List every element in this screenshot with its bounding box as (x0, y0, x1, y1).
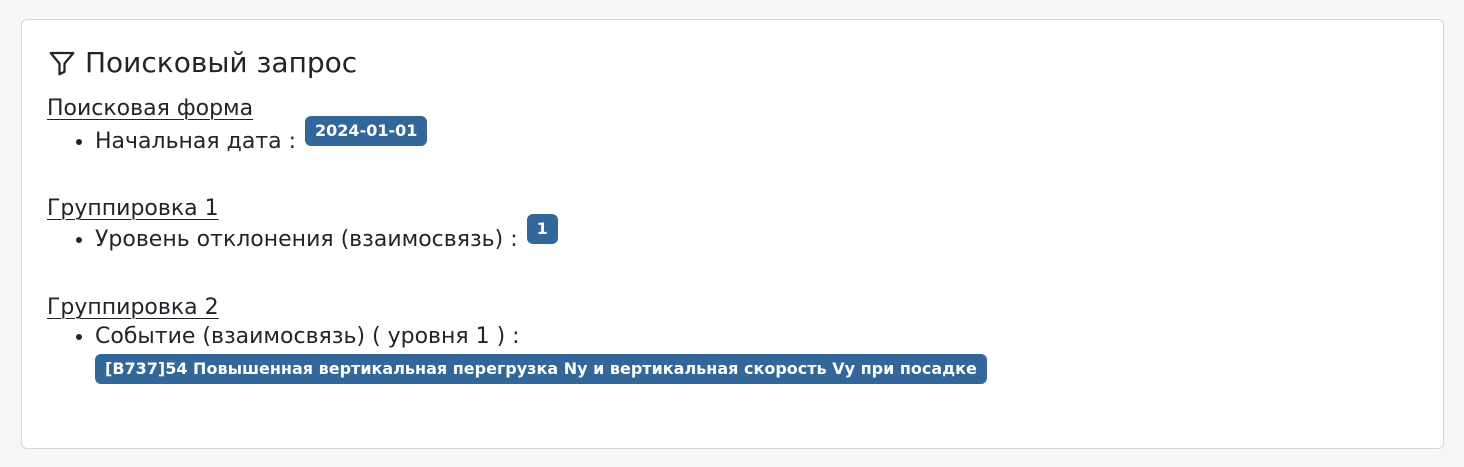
list-item: Начальная дата : 2024-01-01 (95, 116, 428, 159)
section-title: Группировка 2 (47, 295, 219, 320)
card-title-text: Поисковый запрос (85, 46, 358, 79)
item-label: Начальная дата : (95, 129, 297, 154)
section-grouping-2: Группировка 2 Событие (взаимосвязь) ( ур… (47, 294, 987, 388)
value-badge: 1 (526, 214, 558, 244)
card-title: Поисковый запрос (47, 44, 357, 82)
list-item: Событие (взаимосвязь) ( уровня 1 ) : [B7… (95, 320, 987, 388)
section-items: Уровень отклонения (взаимосвязь) : 1 (47, 214, 558, 257)
search-query-card: Поисковый запрос Поисковая форма Начальн… (21, 19, 1444, 449)
section-grouping-1: Группировка 1 Уровень отклонения (взаимо… (47, 195, 558, 257)
section-title: Группировка 1 (47, 196, 219, 221)
list-item: Уровень отклонения (взаимосвязь) : 1 (95, 214, 558, 257)
item-label: Событие (взаимосвязь) ( уровня 1 ) : (95, 324, 520, 349)
section-items: Событие (взаимосвязь) ( уровня 1 ) : [B7… (47, 320, 987, 388)
item-label: Уровень отклонения (взаимосвязь) : (95, 227, 518, 252)
section-search-form: Поисковая форма Начальная дата : 2024-01… (47, 95, 428, 159)
value-badge: [B737]54 Повышенная вертикальная перегру… (95, 354, 987, 384)
value-badge: 2024-01-01 (305, 116, 428, 146)
filter-icon (47, 48, 77, 78)
section-items: Начальная дата : 2024-01-01 (47, 116, 428, 159)
